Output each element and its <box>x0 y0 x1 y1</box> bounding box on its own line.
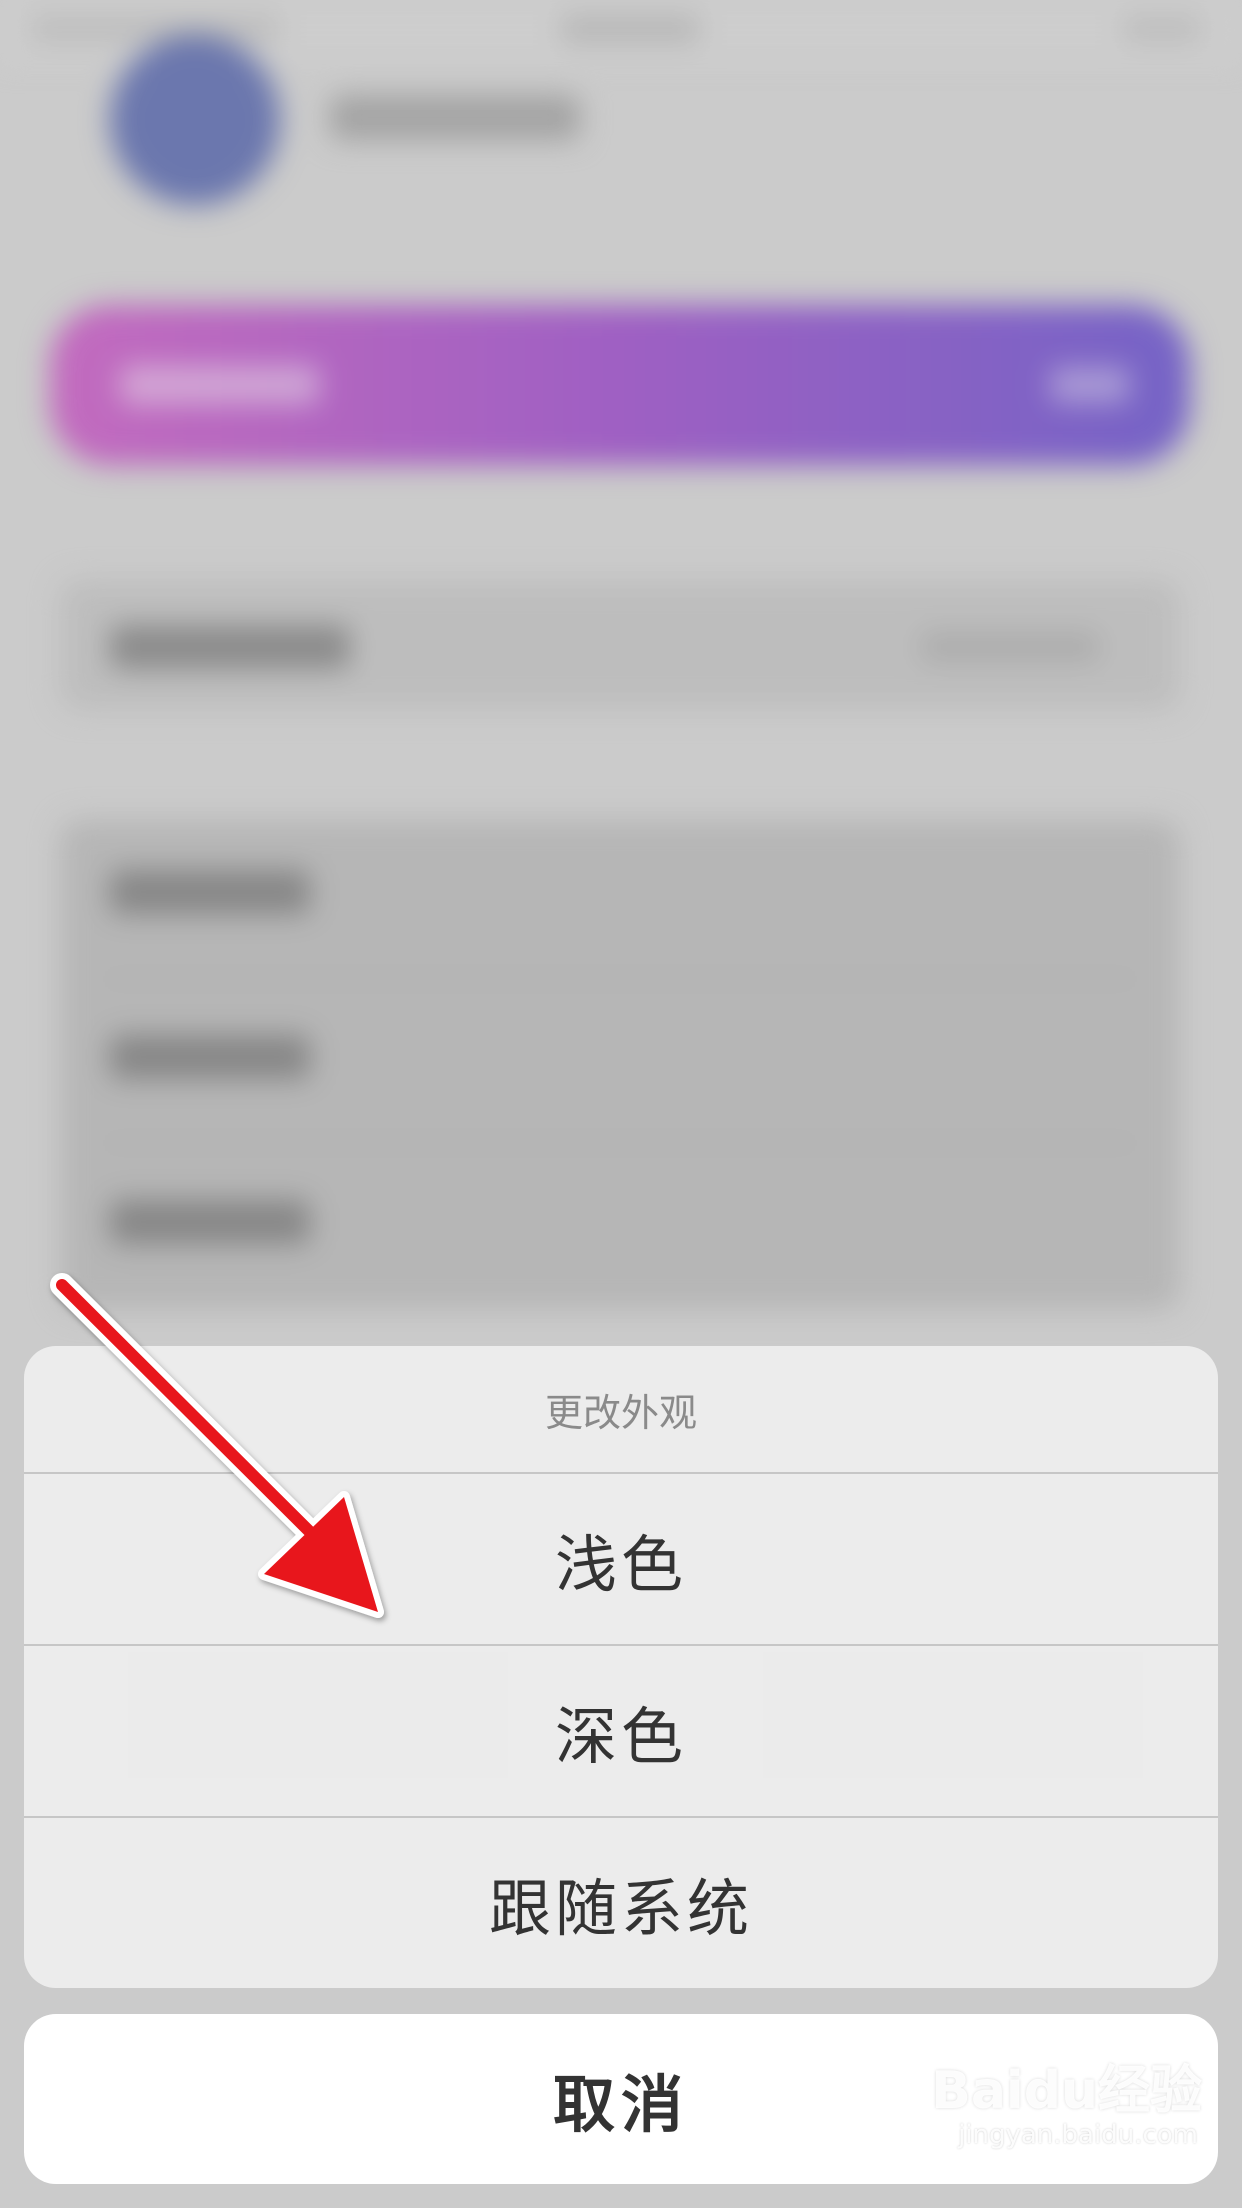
action-sheet-title: 更改外观 <box>24 1346 1218 1474</box>
option-dark[interactable]: 深色 <box>24 1646 1218 1818</box>
option-follow-system[interactable]: 跟随系统 <box>24 1818 1218 1988</box>
watermark-logo: Baidu经验 <box>931 2061 1202 2121</box>
screen: 更改外观 浅色 深色 跟随系统 取消 Baidu经验 jingyan.baidu… <box>0 0 1242 2208</box>
option-light[interactable]: 浅色 <box>24 1474 1218 1646</box>
watermark-url: jingyan.baidu.com <box>958 2120 1198 2150</box>
watermark: Baidu经验 jingyan.baidu.com <box>931 2048 1202 2168</box>
appearance-action-sheet: 更改外观 浅色 深色 跟随系统 <box>24 1346 1218 1988</box>
